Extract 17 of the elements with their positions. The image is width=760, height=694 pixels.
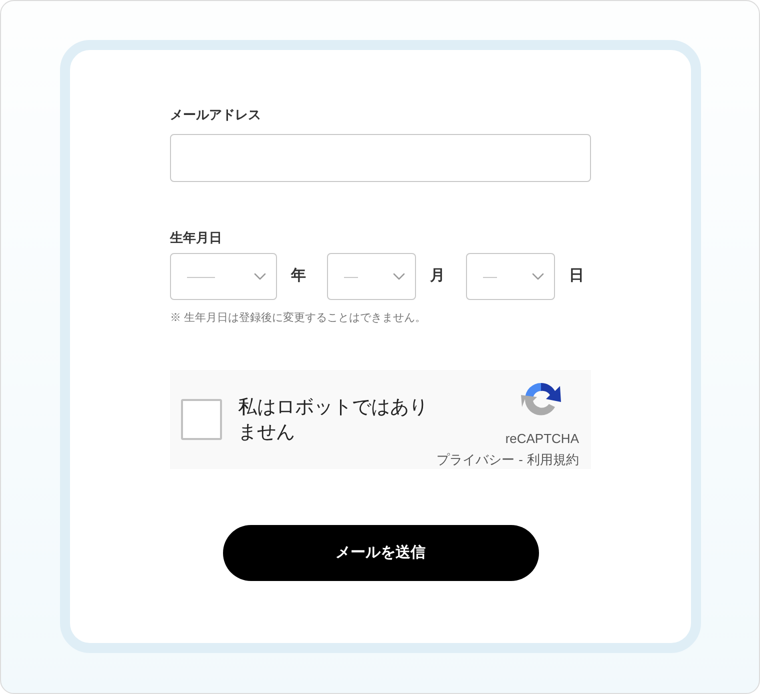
- chevron-down-icon: [532, 273, 544, 280]
- robot-check-label: 私はロボットではありません: [238, 396, 429, 444]
- chevron-down-icon: [393, 273, 405, 280]
- terms-link[interactable]: 利用規約: [527, 452, 579, 468]
- date-unit-label: 月: [430, 266, 445, 286]
- recaptcha-brand-text: reCAPTCHA: [505, 431, 579, 447]
- date-unit-label: 年: [291, 266, 306, 286]
- link-separator: -: [518, 452, 523, 468]
- birthdate-note: ※ 生年月日は登録後に変更することはできません。: [170, 310, 428, 326]
- robot-checkbox[interactable]: [181, 399, 222, 440]
- birthdate-label: 生年月日: [170, 229, 223, 247]
- date-unit-label: 日: [569, 266, 584, 286]
- email-input[interactable]: [170, 134, 591, 182]
- privacy-link[interactable]: プライバシー: [436, 452, 515, 468]
- chevron-down-icon: [254, 273, 266, 280]
- submit-button[interactable]: メールを送信: [222, 525, 538, 581]
- email-label: メールアドレス: [170, 106, 262, 124]
